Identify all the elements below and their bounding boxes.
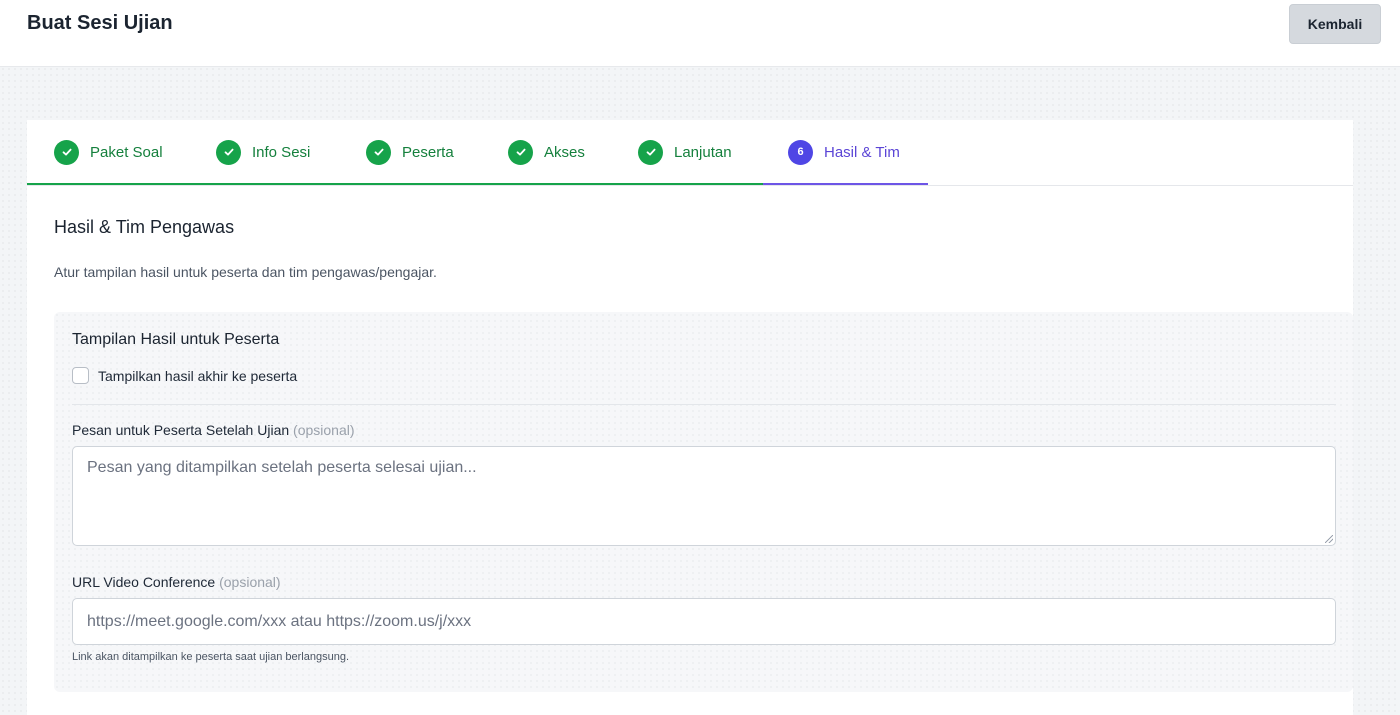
resize-handle-icon[interactable] (1325, 535, 1333, 543)
stepper-progress-done (27, 183, 763, 185)
message-placeholder: Pesan yang ditampilkan setelah peserta s… (87, 459, 477, 476)
check-icon (216, 139, 241, 165)
step-info-sesi[interactable]: Info Sesi (216, 139, 310, 165)
step-label: Info Sesi (252, 143, 311, 161)
optional-hint: (opsional) (219, 574, 281, 590)
results-panel: Tampilan Hasil untuk Peserta Tampilkan h… (54, 312, 1353, 692)
check-icon (508, 139, 533, 165)
step-label: Akses (544, 143, 585, 161)
message-label-text: Pesan untuk Peserta Setelah Ujian (72, 422, 290, 438)
step-peserta[interactable]: Peserta (366, 139, 454, 165)
video-url-placeholder: https://meet.google.com/xxx atau https:/… (87, 612, 472, 630)
panel-title: Tampilan Hasil untuk Peserta (72, 331, 280, 348)
top-bar: Buat Sesi Ujian Kembali (0, 0, 1400, 67)
step-lanjutan[interactable]: Lanjutan (638, 139, 732, 165)
step-hasil-tim[interactable]: 6 Hasil & Tim (788, 139, 900, 165)
divider (72, 404, 1336, 405)
step-number: 6 (788, 139, 813, 165)
check-icon (54, 139, 79, 165)
show-results-option[interactable]: Tampilkan hasil akhir ke peserta (72, 367, 297, 384)
page-title: Buat Sesi Ujian (27, 12, 173, 34)
section-title: Hasil & Tim Pengawas (54, 217, 235, 237)
step-label: Paket Soal (90, 143, 163, 161)
section-description: Atur tampilan hasil untuk peserta dan ti… (54, 264, 437, 280)
stepper: Paket Soal Info Sesi Peserta Akses Lanju (27, 120, 1353, 186)
step-akses[interactable]: Akses (508, 139, 585, 165)
video-field-label: URL Video Conference (opsional) (72, 574, 281, 590)
show-results-checkbox[interactable] (72, 367, 89, 384)
message-textarea[interactable]: Pesan yang ditampilkan setelah peserta s… (72, 446, 1336, 546)
optional-hint: (opsional) (293, 422, 355, 438)
step-label: Lanjutan (674, 143, 732, 161)
step-label: Hasil & Tim (824, 143, 900, 161)
step-label: Peserta (402, 143, 454, 161)
message-field-label: Pesan untuk Peserta Setelah Ujian (opsio… (72, 422, 355, 438)
step-paket-soal[interactable]: Paket Soal (54, 139, 163, 165)
stepper-progress-active (763, 183, 928, 185)
video-helper-text: Link akan ditampilkan ke peserta saat uj… (72, 651, 350, 663)
back-button[interactable]: Kembali (1289, 4, 1381, 44)
check-icon (638, 139, 663, 165)
show-results-label: Tampilkan hasil akhir ke peserta (98, 367, 298, 384)
check-icon (366, 139, 391, 165)
form-card: Paket Soal Info Sesi Peserta Akses Lanju (27, 120, 1353, 715)
video-label-text: URL Video Conference (72, 574, 216, 590)
video-url-input[interactable]: https://meet.google.com/xxx atau https:/… (72, 598, 1336, 645)
